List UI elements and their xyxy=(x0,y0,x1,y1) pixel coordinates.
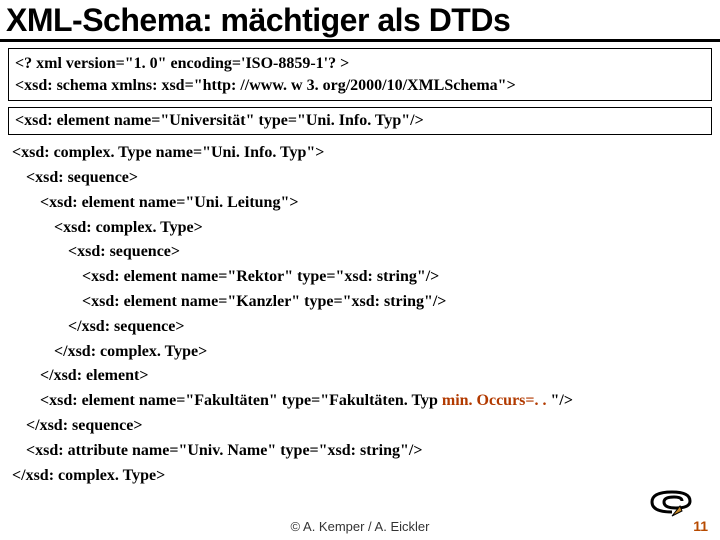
fakultaeten-suffix: "/> xyxy=(551,392,573,409)
xml-header-block: <? xml version="1. 0" encoding='ISO-8859… xyxy=(8,48,712,101)
element-leitung-close: </xsd: element> xyxy=(12,364,712,389)
schema-open-line: <xsd: schema xmlns: xsd="http: //www. w … xyxy=(15,75,705,97)
element-rektor: <xsd: element name="Rektor" type="xsd: s… xyxy=(12,265,712,290)
complex-type-open: <xsd: complex. Type name="Uni. Info. Typ… xyxy=(12,141,712,166)
schema-body-block: <xsd: complex. Type name="Uni. Info. Typ… xyxy=(12,141,712,488)
xml-decl-line: <? xml version="1. 0" encoding='ISO-8859… xyxy=(15,53,705,75)
spiral-arrow-icon xyxy=(642,484,702,520)
element-univ-line: <xsd: element name="Universität" type="U… xyxy=(15,112,705,130)
element-leitung-open: <xsd: element name="Uni. Leitung"> xyxy=(12,191,712,216)
inner-complex-open: <xsd: complex. Type> xyxy=(12,216,712,241)
fakultaeten-prefix: <xsd: element name="Fakultäten" type="Fa… xyxy=(40,392,442,409)
page-number: 11 xyxy=(693,518,708,534)
element-kanzler: <xsd: element name="Kanzler" type="xsd: … xyxy=(12,290,712,315)
min-occurs-highlight: min. Occurs=. . xyxy=(442,392,551,409)
complex-type-close: </xsd: complex. Type> xyxy=(12,464,712,489)
inner-sequence-close: </xsd: sequence> xyxy=(12,315,712,340)
copyright-footer: © A. Kemper / A. Eickler xyxy=(0,519,720,534)
element-fakultaeten: <xsd: element name="Fakultäten" type="Fa… xyxy=(12,389,712,414)
inner-complex-close: </xsd: complex. Type> xyxy=(12,340,712,365)
attribute-univname: <xsd: attribute name="Univ. Name" type="… xyxy=(12,439,712,464)
element-decl-block: <xsd: element name="Universität" type="U… xyxy=(8,107,712,135)
inner-sequence-open: <xsd: sequence> xyxy=(12,240,712,265)
sequence-open: <xsd: sequence> xyxy=(12,166,712,191)
slide-title: XML-Schema: mächtiger als DTDs xyxy=(0,0,720,42)
sequence-close: </xsd: sequence> xyxy=(12,414,712,439)
